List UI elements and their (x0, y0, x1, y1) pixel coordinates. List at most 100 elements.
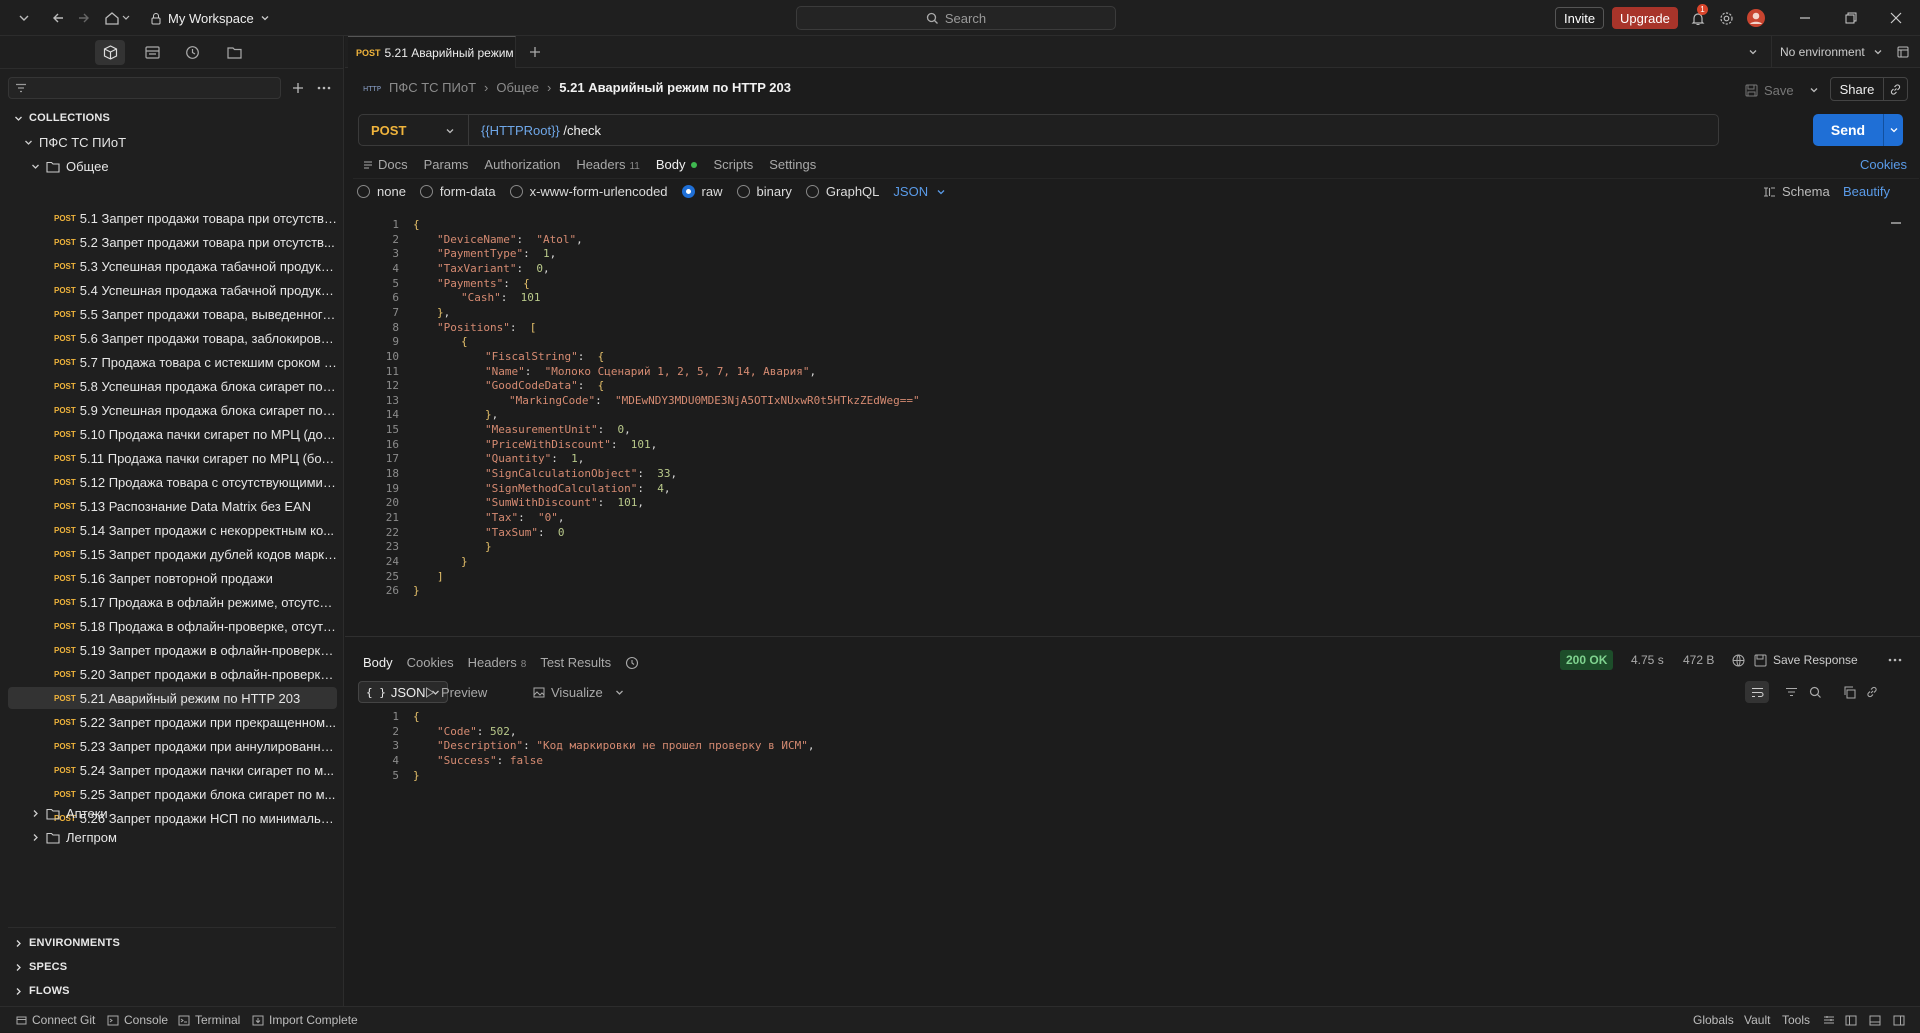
environments-tab-icon[interactable] (137, 40, 167, 65)
sidebar-request-item[interactable]: POST 5.11 Продажа пачки сигарет по МРЦ (б… (8, 447, 337, 469)
environment-quicklook-icon[interactable] (1893, 42, 1913, 62)
tab-headers[interactable]: Headers 11 (576, 157, 640, 172)
sidebar-request-item[interactable]: POST 5.9 Успешная продажа блока сигарет п… (8, 399, 337, 421)
settings-gear-icon[interactable] (1716, 8, 1736, 28)
request-tab[interactable]: POST 5.21 Аварийный режим (348, 36, 516, 68)
two-pane-layout-icon[interactable] (1845, 1007, 1857, 1033)
copy-response-icon[interactable] (1839, 682, 1859, 702)
close-window-icon[interactable] (1885, 8, 1907, 28)
cookies-link[interactable]: Cookies (1860, 157, 1907, 172)
response-time[interactable]: 4.75 s (1631, 650, 1664, 670)
environments-section-header[interactable]: ENVIRONMENTS (14, 937, 120, 949)
tab-body[interactable]: Body (656, 157, 698, 172)
import-status-button[interactable]: Import Complete (252, 1007, 358, 1033)
filter-response-icon[interactable] (1781, 682, 1801, 702)
globals-button[interactable]: Globals (1693, 1007, 1734, 1033)
breadcrumb-folder[interactable]: Общее (496, 80, 539, 95)
connect-git-button[interactable]: Connect Git (16, 1007, 95, 1033)
tab-params[interactable]: Params (424, 157, 469, 172)
files-tab-icon[interactable] (219, 40, 249, 65)
back-arrow-icon[interactable] (48, 8, 68, 28)
response-history-icon[interactable] (625, 656, 639, 670)
sidebar-request-item[interactable]: POST 5.3 Успешная продажа табачной продук… (8, 255, 337, 277)
response-tab-body[interactable]: Body (363, 655, 393, 670)
sidebar-request-item[interactable]: POST 5.8 Успешная продажа блока сигарет п… (8, 375, 337, 397)
sidebar-request-item[interactable]: POST 5.13 Распознание Data Matrix без EAN (8, 495, 337, 517)
sidebar-request-item[interactable]: POST 5.24 Запрет продажи пачки сигарет по… (8, 759, 337, 781)
beautify-button[interactable]: Beautify (1843, 184, 1890, 199)
status-badge[interactable]: 200 OK (1560, 650, 1614, 670)
tab-docs[interactable]: Docs (363, 157, 408, 172)
folder-item-lightindustry[interactable]: Легпром (31, 830, 117, 845)
tab-authorization[interactable]: Authorization (484, 157, 560, 172)
sidebar-request-item[interactable]: POST 5.20 Запрет продажи в офлайн-проверк… (8, 663, 337, 685)
breadcrumb-collection[interactable]: ПФС ТС ПИоТ (389, 80, 476, 95)
sidebar-request-item[interactable]: POST 5.25 Запрет продажи блока сигарет по… (8, 783, 337, 805)
upgrade-button[interactable]: Upgrade (1612, 7, 1678, 29)
editor-scrollbar[interactable] (1891, 222, 1901, 224)
folder-item-pharmacies[interactable]: Аптеки (31, 806, 108, 821)
body-type-none[interactable]: none (357, 184, 406, 199)
wrap-lines-icon[interactable] (1745, 681, 1769, 703)
sidebar-request-item[interactable]: POST 5.18 Продажа в офлайн-проверке, отсу… (8, 615, 337, 637)
layout-settings-icon[interactable] (1823, 1007, 1835, 1033)
body-type-raw[interactable]: raw (681, 184, 723, 199)
share-button[interactable]: Share (1831, 82, 1883, 97)
sidebar-request-item[interactable]: POST 5.17 Продажа в офлайн режиме, отсутс… (8, 591, 337, 613)
collections-section-header[interactable]: COLLECTIONS (14, 112, 110, 124)
notifications-bell-icon[interactable]: 1 (1687, 4, 1709, 29)
terminal-button[interactable]: Terminal (178, 1007, 240, 1033)
right-pane-layout-icon[interactable] (1893, 1007, 1905, 1033)
sidebar-request-item[interactable]: POST 5.7 Продажа товара с истекшим сроком… (8, 351, 337, 373)
more-options-icon[interactable] (314, 78, 334, 98)
response-tab-cookies[interactable]: Cookies (407, 655, 454, 670)
preview-button[interactable]: Preview (425, 682, 487, 702)
environment-selector[interactable]: No environment (1780, 42, 1883, 62)
save-response-button[interactable]: Save Response (1754, 650, 1858, 670)
sidebar-request-item[interactable]: POST 5.10 Продажа пачки сигарет по МРЦ (д… (8, 423, 337, 445)
sidebar-request-item[interactable]: POST 5.21 Аварийный режим по HTTP 203 (8, 687, 337, 709)
collections-tab-icon[interactable] (95, 40, 125, 65)
minimize-window-icon[interactable] (1794, 8, 1816, 28)
bottom-pane-layout-icon[interactable] (1869, 1007, 1881, 1033)
new-tab-plus-icon[interactable] (525, 42, 545, 62)
network-globe-icon[interactable] (1732, 650, 1745, 670)
link-response-icon[interactable] (1862, 682, 1882, 702)
request-body-editor[interactable]: 1 {2 "DeviceName": "Atol", 3 "PaymentType": … (345, 218, 1903, 636)
body-type-urlencoded[interactable]: x-www-form-urlencoded (509, 184, 668, 199)
method-select[interactable]: POST (359, 115, 469, 145)
tab-scripts[interactable]: Scripts (713, 157, 753, 172)
sidebar-request-item[interactable]: POST 5.6 Запрет продажи товара, заблокиро… (8, 327, 337, 349)
sidebar-request-item[interactable]: POST 5.16 Запрет повторной продажи (8, 567, 337, 589)
history-tab-icon[interactable] (177, 40, 207, 65)
invite-button[interactable]: Invite (1555, 7, 1605, 29)
body-type-graphql[interactable]: GraphQL (805, 184, 879, 199)
add-collection-icon[interactable] (288, 78, 308, 98)
folder-item-general[interactable]: Общее (31, 159, 109, 174)
user-avatar[interactable] (1745, 7, 1767, 29)
sidebar-request-item[interactable]: POST 5.2 Запрет продажи товара при отсутс… (8, 231, 337, 253)
workspace-switcher[interactable]: My Workspace (150, 8, 270, 28)
vault-button[interactable]: Vault (1744, 1007, 1770, 1033)
schema-button[interactable]: Schema (1763, 184, 1830, 199)
tools-button[interactable]: Tools (1782, 1007, 1810, 1033)
visualize-button[interactable]: Visualize (533, 682, 624, 702)
tab-settings[interactable]: Settings (769, 157, 816, 172)
body-type-binary[interactable]: binary (736, 184, 792, 199)
sidebar-request-item[interactable]: POST 5.14 Запрет продажи с некорректным к… (8, 519, 337, 541)
sidebar-request-item[interactable]: POST 5.1 Запрет продажи товара при отсутс… (8, 207, 337, 229)
sidebar-request-item[interactable]: POST 5.4 Успешная продажа табачной продук… (8, 279, 337, 301)
response-body-viewer[interactable]: 1 {2 "Code": 502, 3 "Description": "Код марк… (345, 710, 1920, 810)
send-options-chevron-icon[interactable] (1883, 114, 1903, 146)
home-icon[interactable] (101, 8, 135, 28)
sidebar-request-item[interactable]: POST 5.15 Запрет продажи дублей кодов мар… (8, 543, 337, 565)
forward-arrow-icon[interactable] (74, 8, 94, 28)
sidebar-request-item[interactable]: POST 5.22 Запрет продажи при прекращенном… (8, 711, 337, 733)
url-input[interactable]: {{HTTPRoot}} /check (481, 115, 601, 145)
sidebar-filter-input[interactable] (8, 77, 281, 99)
sidebar-request-item[interactable]: POST 5.12 Продажа товара с отсутствующими… (8, 471, 337, 493)
menu-chevron-icon[interactable] (14, 8, 34, 28)
global-search[interactable]: Search (796, 6, 1116, 30)
send-button[interactable]: Send (1813, 114, 1883, 146)
response-divider[interactable] (345, 636, 1920, 637)
